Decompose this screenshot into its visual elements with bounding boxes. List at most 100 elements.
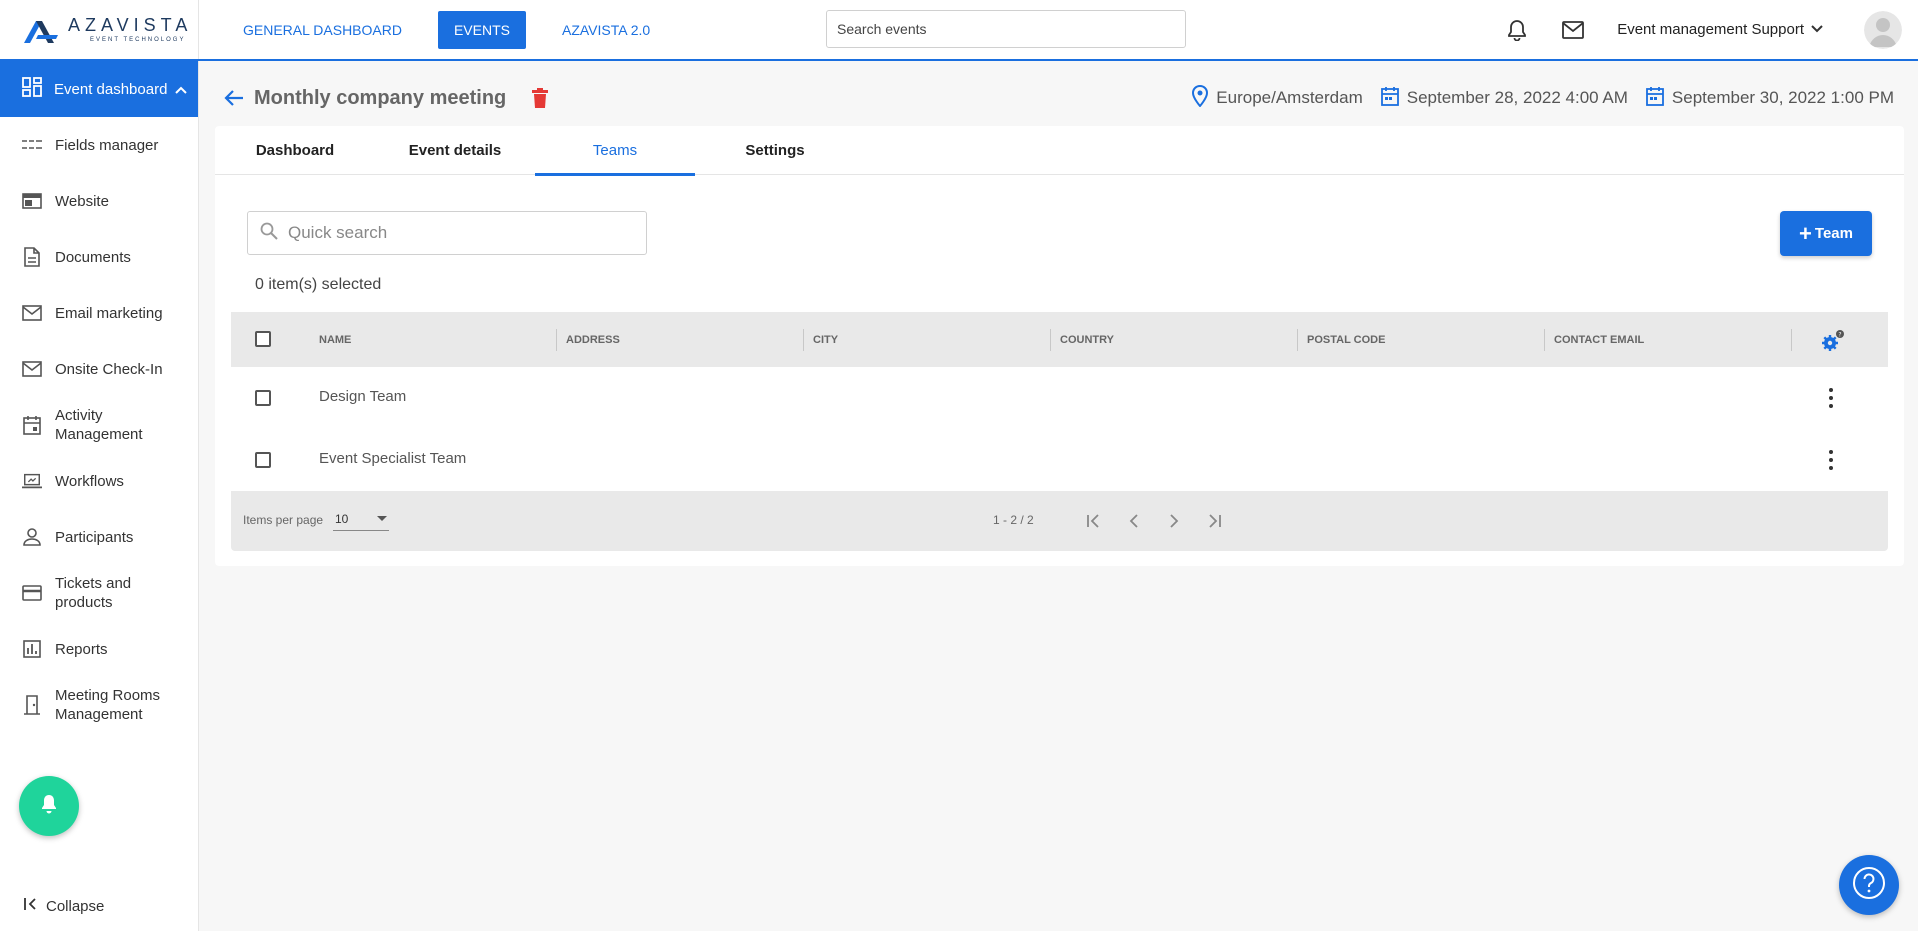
card-icon bbox=[22, 583, 42, 603]
help-button[interactable] bbox=[1839, 855, 1899, 915]
sidebar-item-workflows[interactable]: Workflows bbox=[0, 453, 198, 509]
page-range: 1 - 2 / 2 bbox=[993, 513, 1034, 527]
add-team-button[interactable]: + Team bbox=[1780, 211, 1872, 256]
bell-icon bbox=[40, 794, 58, 819]
select-all-checkbox[interactable] bbox=[255, 331, 271, 347]
sidebar-item-label: Event dashboard bbox=[54, 80, 168, 98]
column-separator[interactable] bbox=[803, 329, 804, 351]
column-separator[interactable] bbox=[556, 329, 557, 351]
trash-icon[interactable] bbox=[532, 88, 549, 108]
notification-bell-button[interactable] bbox=[19, 776, 79, 836]
website-icon bbox=[22, 191, 42, 211]
location-pin-icon bbox=[1192, 84, 1209, 112]
user-name[interactable]: Event management Support bbox=[1617, 21, 1804, 38]
table-row[interactable]: Event Specialist Team bbox=[231, 429, 1888, 491]
collapse-label: Collapse bbox=[46, 897, 105, 915]
logo-mark-icon bbox=[24, 17, 60, 43]
quick-search-input[interactable] bbox=[288, 223, 628, 243]
quick-search bbox=[247, 211, 647, 255]
row-checkbox[interactable] bbox=[255, 390, 271, 406]
sidebar-item-onsite-check-in[interactable]: Onsite Check-In bbox=[0, 341, 198, 397]
topnav-general-dashboard[interactable]: GENERAL DASHBOARD bbox=[231, 11, 414, 49]
sidebar-item-website[interactable]: Website bbox=[0, 173, 198, 229]
column-separator[interactable] bbox=[1791, 329, 1792, 351]
topnav-events[interactable]: EVENTS bbox=[437, 10, 526, 49]
chevron-down-icon[interactable] bbox=[1810, 21, 1824, 39]
pager bbox=[1074, 507, 1234, 535]
sidebar-item-documents[interactable]: Documents bbox=[0, 229, 198, 285]
row-checkbox[interactable] bbox=[255, 452, 271, 468]
sidebar-item-label: Onsite Check-In bbox=[55, 360, 163, 378]
items-per-page-select[interactable]: 10 bbox=[333, 507, 389, 531]
sidebar-item-label: Activity Management bbox=[55, 407, 143, 443]
tab-settings[interactable]: Settings bbox=[695, 126, 855, 175]
person-icon bbox=[22, 527, 42, 547]
first-page-icon[interactable] bbox=[1074, 507, 1114, 535]
table-header: NAME ADDRESS CITY COUNTRY POSTAL CODE CO… bbox=[231, 312, 1888, 367]
table-paginator: Items per page 10 1 - 2 / 2 bbox=[231, 491, 1888, 551]
end-date-label: September 30, 2022 1:00 PM bbox=[1671, 88, 1894, 107]
calendar-icon bbox=[22, 415, 42, 435]
bell-icon[interactable] bbox=[1505, 18, 1529, 42]
column-city[interactable]: CITY bbox=[813, 312, 838, 367]
more-vert-icon[interactable] bbox=[1826, 448, 1836, 472]
sidebar-item-label: Meeting Rooms Management bbox=[55, 687, 161, 723]
search-icon bbox=[260, 222, 278, 245]
chart-icon bbox=[22, 639, 42, 659]
sidebar-item-label: Workflows bbox=[55, 472, 124, 490]
column-country[interactable]: COUNTRY bbox=[1060, 312, 1114, 367]
column-postal-code[interactable]: POSTAL CODE bbox=[1307, 312, 1385, 367]
items-per-page-label: Items per page bbox=[243, 513, 324, 527]
sidebar-item-fields-manager[interactable]: Fields manager bbox=[0, 117, 198, 173]
sidebar-item-meeting-rooms-management[interactable]: Meeting Rooms Management bbox=[0, 677, 198, 733]
team-name: Event Specialist Team bbox=[319, 450, 467, 467]
sidebar-item-activity-management[interactable]: Activity Management bbox=[0, 397, 198, 453]
last-page-icon[interactable] bbox=[1194, 507, 1234, 535]
column-separator[interactable] bbox=[1297, 329, 1298, 351]
laptop-icon bbox=[22, 471, 42, 491]
items-per-page-value: 10 bbox=[335, 512, 349, 526]
sidebar-item-participants[interactable]: Participants bbox=[0, 509, 198, 565]
sidebar-item-label: Reports bbox=[55, 640, 108, 658]
event-tabs: Dashboard Event details Teams Settings bbox=[215, 126, 1904, 176]
column-separator[interactable] bbox=[1544, 329, 1545, 351]
search-events-input[interactable] bbox=[826, 10, 1186, 48]
table-row[interactable]: Design Team bbox=[231, 367, 1888, 429]
sidebar-item-tickets-and-products[interactable]: Tickets and products bbox=[0, 565, 198, 621]
dashboard-icon bbox=[22, 77, 42, 101]
logo-tagline: EVENT TECHNOLOGY bbox=[90, 37, 186, 43]
event-start-date: September 28, 2022 4:00 AM bbox=[1380, 86, 1628, 111]
previous-page-icon[interactable] bbox=[1114, 507, 1154, 535]
document-icon bbox=[22, 247, 42, 267]
tab-teams[interactable]: Teams bbox=[535, 126, 695, 176]
collapse-sidebar-button[interactable]: Collapse bbox=[24, 897, 104, 915]
topnav-azavista-2[interactable]: AZAVISTA 2.0 bbox=[550, 11, 662, 49]
brand-logo[interactable]: AZAVISTA EVENT TECHNOLOGY bbox=[0, 0, 199, 59]
column-name[interactable]: NAME bbox=[319, 312, 351, 367]
avatar[interactable] bbox=[1864, 10, 1902, 49]
teams-card: Dashboard Event details Teams Settings +… bbox=[215, 126, 1904, 566]
plus-icon: + bbox=[1799, 220, 1812, 246]
caret-down-icon bbox=[377, 516, 387, 521]
more-vert-icon[interactable] bbox=[1826, 386, 1836, 410]
tab-dashboard[interactable]: Dashboard bbox=[215, 126, 375, 175]
sidebar-item-label: Participants bbox=[55, 528, 134, 546]
sidebar-item-event-dashboard[interactable]: Event dashboard bbox=[0, 61, 198, 117]
start-date-label: September 28, 2022 4:00 AM bbox=[1406, 88, 1628, 107]
next-page-icon[interactable] bbox=[1154, 507, 1194, 535]
chevron-up-icon bbox=[175, 81, 188, 98]
tab-event-details[interactable]: Event details bbox=[375, 126, 535, 175]
column-separator[interactable] bbox=[1050, 329, 1051, 351]
fields-icon bbox=[22, 135, 42, 155]
column-contact-email[interactable]: CONTACT EMAIL bbox=[1554, 312, 1644, 367]
mail-icon[interactable] bbox=[1561, 18, 1585, 42]
sidebar-item-email-marketing[interactable]: Email marketing bbox=[0, 285, 198, 341]
column-settings-gear-icon[interactable]: ? bbox=[1821, 330, 1845, 357]
team-name: Design Team bbox=[319, 388, 407, 405]
sidebar-item-label: Tickets and products bbox=[55, 575, 132, 611]
back-arrow-icon[interactable] bbox=[224, 87, 246, 109]
sidebar-item-reports[interactable]: Reports bbox=[0, 621, 198, 677]
timezone-label: Europe/Amsterdam bbox=[1216, 88, 1363, 107]
event-timezone: Europe/Amsterdam bbox=[1192, 84, 1363, 112]
column-address[interactable]: ADDRESS bbox=[566, 312, 620, 367]
